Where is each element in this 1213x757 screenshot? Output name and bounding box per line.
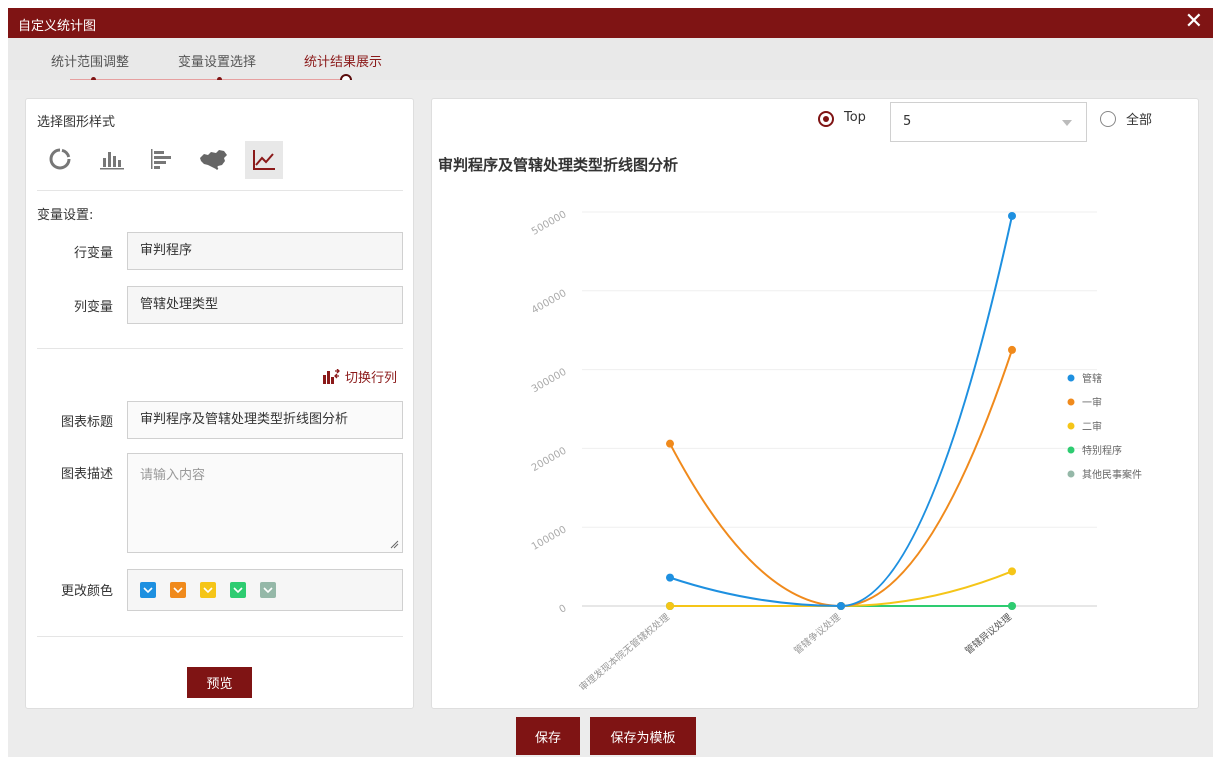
window-titlebar: 自定义统计图 ✕ <box>8 8 1213 38</box>
data-point <box>837 602 845 610</box>
resize-handle-icon[interactable] <box>390 540 399 549</box>
data-point <box>1008 567 1016 576</box>
china-map-icon[interactable] <box>196 147 230 171</box>
legend-marker <box>1067 446 1075 454</box>
y-tick-label: 0 <box>557 603 568 616</box>
color-swatch-2[interactable] <box>170 582 186 598</box>
color-swatch-1[interactable] <box>140 582 156 598</box>
color-swatch-4[interactable] <box>230 582 246 598</box>
chart-title-label: 图表标题 <box>60 415 113 430</box>
save-as-template-button[interactable]: 保存为模板 <box>590 717 696 755</box>
bar-chart-icon[interactable] <box>98 147 126 171</box>
color-swatch-3[interactable] <box>200 582 216 598</box>
data-point <box>666 602 674 610</box>
x-tick-label: 管辖争议处理 <box>792 611 844 657</box>
x-tick-label: 审理发现本院无管辖权处理 <box>577 611 672 694</box>
y-tick-label: 400000 <box>530 288 569 317</box>
color-swatch-5[interactable] <box>260 582 276 598</box>
line-chart-icon[interactable] <box>245 141 283 179</box>
chart-panel: Top 5 全部 审判程序及管辖处理类型折线图分析 0 100000 200000 3… <box>431 98 1199 709</box>
legend-marker <box>1067 398 1075 406</box>
divider <box>37 348 403 349</box>
donut-icon[interactable] <box>48 147 72 171</box>
legend-marker <box>1067 374 1075 382</box>
chart-description-label: 图表描述 <box>60 467 113 482</box>
data-point <box>1008 602 1016 610</box>
x-tick-label: 管辖异议处理 <box>963 611 1015 657</box>
series-line <box>669 215 1013 608</box>
chart-description-textarea[interactable]: 请输入内容 <box>127 453 403 553</box>
color-picker-group <box>127 569 403 611</box>
y-tick-label: 100000 <box>530 524 569 553</box>
settings-panel: 选择图形样式 变量设置: 行变量 审判程序 列变量 管辖处理类型 切换行列 图表… <box>25 98 414 709</box>
y-tick-label: 300000 <box>530 367 569 396</box>
step-navigation: 统计范围调整 变量设置选择 统计结果展示 <box>8 38 1213 86</box>
style-heading: 选择图形样式 <box>37 115 116 130</box>
change-color-label: 更改颜色 <box>60 584 113 599</box>
legend-label: 一审 <box>1082 396 1102 409</box>
divider <box>37 190 403 191</box>
series-line <box>669 349 1013 608</box>
data-point <box>666 573 674 582</box>
column-variable-field[interactable]: 管辖处理类型 <box>127 286 403 324</box>
preview-button[interactable]: 预览 <box>187 667 252 698</box>
close-icon[interactable]: ✕ <box>1185 10 1203 34</box>
legend-label: 管辖 <box>1082 372 1102 385</box>
legend-label: 其他民事案件 <box>1082 468 1142 481</box>
switch-chart-icon <box>323 368 340 384</box>
variable-heading: 变量设置: <box>37 208 94 223</box>
step-scope-adjust[interactable]: 统计范围调整 <box>51 51 129 70</box>
legend-marker <box>1067 470 1075 478</box>
divider <box>37 636 403 637</box>
y-tick-label: 200000 <box>530 445 569 474</box>
series-line <box>669 570 1013 607</box>
data-point <box>666 439 674 448</box>
row-variable-label: 行变量 <box>73 246 113 261</box>
chart-title-input[interactable]: 审判程序及管辖处理类型折线图分析 <box>127 401 403 439</box>
window-title: 自定义统计图 <box>18 19 97 34</box>
legend-label: 特别程序 <box>1082 444 1122 457</box>
switch-rows-columns-button[interactable]: 切换行列 <box>322 367 397 386</box>
data-point <box>1008 345 1016 354</box>
save-button[interactable]: 保存 <box>516 717 580 755</box>
legend-marker <box>1067 422 1075 430</box>
switch-label: 切换行列 <box>345 371 398 386</box>
horizontal-bar-icon[interactable] <box>148 147 174 171</box>
step-result-display[interactable]: 统计结果展示 <box>304 51 382 70</box>
column-variable-label: 列变量 <box>73 300 113 315</box>
line-chart: 0 100000 200000 300000 400000 500000 审理发现本院无管辖… <box>530 209 1142 694</box>
description-placeholder: 请输入内容 <box>140 468 206 483</box>
row-variable-field[interactable]: 审判程序 <box>127 232 403 270</box>
y-tick-label: 500000 <box>530 209 569 238</box>
data-point <box>1008 211 1016 220</box>
legend-label: 二审 <box>1082 420 1102 433</box>
step-variable-select[interactable]: 变量设置选择 <box>178 51 256 70</box>
